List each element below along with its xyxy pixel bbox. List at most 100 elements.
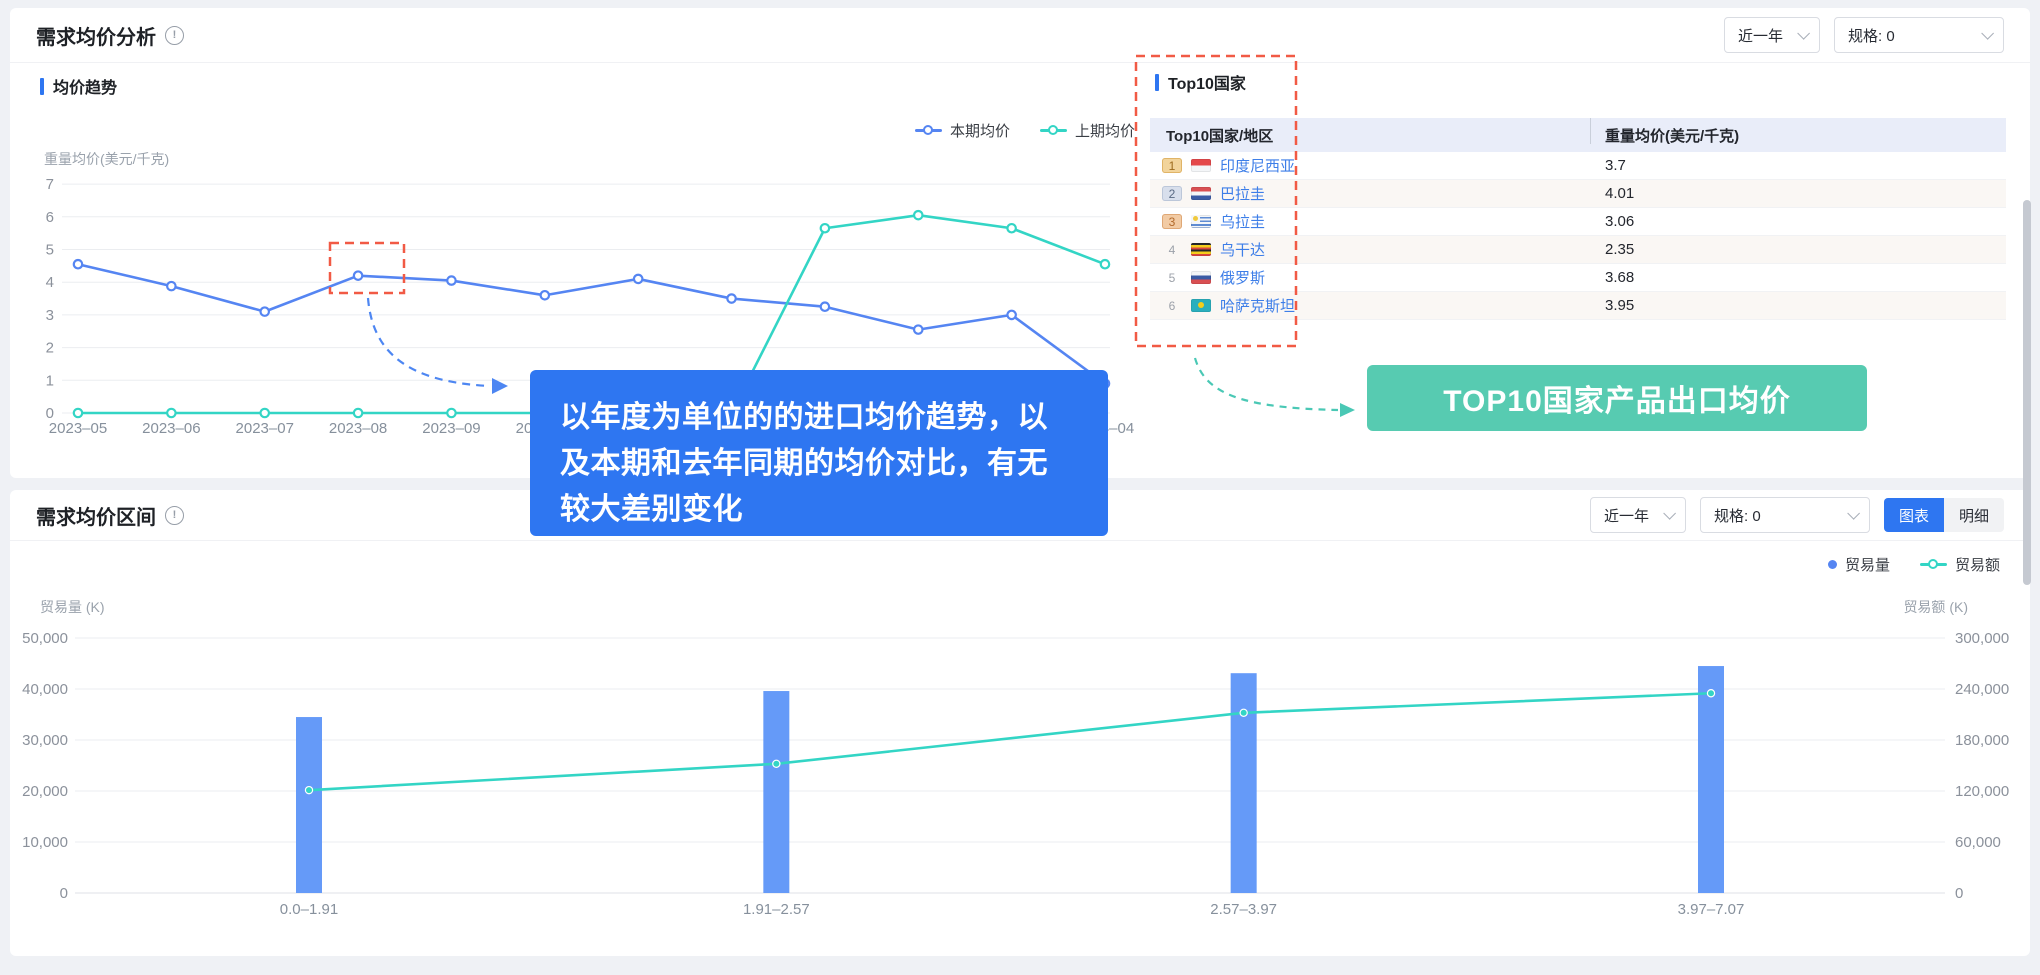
country-link[interactable]: 俄罗斯 [1220, 267, 1265, 288]
svg-text:1: 1 [46, 372, 54, 389]
chevron-down-icon [1847, 507, 1860, 520]
avg-price-cell: 3.7 [1590, 157, 2006, 174]
country-cell: 3 乌拉圭 [1150, 211, 1590, 232]
country-link[interactable]: 哈萨克斯坦 [1220, 295, 1295, 316]
avg-price-cell: 3.95 [1590, 297, 2006, 314]
svg-text:2023–05: 2023–05 [49, 420, 107, 437]
info-icon[interactable] [165, 26, 184, 45]
trend-highlight-box [330, 243, 404, 293]
page-scrollbar[interactable] [2023, 200, 2031, 585]
chevron-down-icon [1663, 507, 1676, 520]
spec-select[interactable]: 规格: 0 [1700, 497, 1870, 533]
svg-text:6: 6 [46, 209, 54, 226]
svg-text:50,000: 50,000 [22, 630, 68, 647]
svg-text:贸易额 (K): 贸易额 (K) [1903, 599, 1968, 615]
avg-price-cell: 2.35 [1590, 241, 2006, 258]
trade-volume-bar [296, 717, 322, 893]
table-row: 3 乌拉圭 3.06 [1150, 208, 2006, 236]
demand-avg-price-analysis-card: 需求均价分析 近一年 规格: 0 均价趋势 本期均价 [10, 8, 2030, 478]
trade-value-line [309, 693, 1711, 790]
svg-text:30,000: 30,000 [22, 732, 68, 749]
trade-volume-bar [1231, 673, 1257, 893]
table-row: 1印度尼西亚3.7 [1150, 152, 2006, 180]
svg-text:10,000: 10,000 [22, 834, 68, 851]
rank-badge: 3 [1162, 214, 1182, 229]
rank-badge: 6 [1162, 298, 1182, 313]
country-cell: 4 乌干达 [1150, 239, 1590, 260]
rank-badge: 4 [1162, 242, 1182, 257]
svg-text:2: 2 [46, 340, 54, 357]
country-cell: 6 哈萨克斯坦 [1150, 295, 1590, 316]
trend-legend: 本期均价 上期均价 [915, 120, 1135, 141]
col-header-avg-price: 重量均价(美元/千克) [1590, 125, 2006, 146]
svg-text:2023–09: 2023–09 [422, 420, 480, 437]
top10-table: Top10国家/地区 重量均价(美元/千克) 1印度尼西亚3.72巴拉圭4.01… [1150, 118, 2006, 320]
svg-text:贸易量 (K): 贸易量 (K) [40, 599, 105, 615]
price-range-chart: 010,00020,00030,00040,00050,000060,00012… [10, 590, 2030, 930]
period-select-value: 近一年 [1604, 505, 1649, 526]
svg-text:240,000: 240,000 [1955, 681, 2009, 698]
top10-body: 1印度尼西亚3.72巴拉圭4.013乌拉圭3.064乌干达2.355俄罗斯3.6… [1150, 152, 2006, 320]
card2-filters: 近一年 规格: 0 图表 明细 [1590, 497, 2004, 533]
svg-text:20,000: 20,000 [22, 783, 68, 800]
teal-annotation-note: TOP10国家产品出口均价 [1367, 365, 1867, 431]
flag-icon-uruguay [1191, 215, 1211, 228]
avg-price-cell: 3.68 [1590, 269, 2006, 286]
table-row: 6 哈萨克斯坦 3.95 [1150, 292, 2006, 320]
section2-title-row: 需求均价区间 [36, 501, 184, 530]
toggle-chart-view-button[interactable]: 图表 [1884, 498, 1944, 532]
line-marker-icon [1040, 125, 1067, 136]
country-link[interactable]: 巴拉圭 [1220, 183, 1265, 204]
svg-text:2023–07: 2023–07 [236, 420, 294, 437]
avg-price-cell: 3.06 [1590, 213, 2006, 230]
trade-volume-bar [763, 691, 789, 893]
legend-item-trade-value[interactable]: 贸易额 [1920, 554, 2000, 575]
col-header-country: Top10国家/地区 [1150, 125, 1590, 146]
svg-text:2023–06: 2023–06 [142, 420, 200, 437]
svg-text:300,000: 300,000 [1955, 630, 2009, 647]
toggle-detail-view-button[interactable]: 明细 [1944, 498, 2004, 532]
country-cell: 2巴拉圭 [1150, 183, 1590, 204]
period-select-value: 近一年 [1738, 25, 1783, 46]
section1-title-row: 需求均价分析 [36, 21, 184, 50]
line-marker-icon [1920, 559, 1947, 570]
card1-filters: 近一年 规格: 0 [1724, 17, 2004, 53]
top10-subtitle: Top10国家 [1155, 70, 1246, 94]
country-link[interactable]: 乌干达 [1220, 239, 1265, 260]
country-link[interactable]: 印度尼西亚 [1220, 155, 1295, 176]
spec-select-value: 规格: 0 [1714, 505, 1761, 526]
svg-text:0: 0 [1955, 885, 1963, 902]
country-link[interactable]: 乌拉圭 [1220, 211, 1265, 232]
avg-price-cell: 4.01 [1590, 185, 2006, 202]
table-row: 5 俄罗斯 3.68 [1150, 264, 2006, 292]
country-cell: 5 俄罗斯 [1150, 267, 1590, 288]
view-toggle: 图表 明细 [1884, 498, 2004, 532]
info-icon[interactable] [165, 506, 184, 525]
flag-icon-paraguay [1191, 187, 1211, 200]
legend-item-current[interactable]: 本期均价 [915, 120, 1010, 141]
section2-title: 需求均价区间 [36, 501, 156, 530]
svg-text:2023–08: 2023–08 [329, 420, 387, 437]
teal-dashed-arrow [1195, 358, 1338, 410]
period-select[interactable]: 近一年 [1724, 17, 1820, 53]
chevron-down-icon [1797, 27, 1810, 40]
rank-badge: 5 [1162, 270, 1182, 285]
blue-dashed-arrow [368, 298, 490, 386]
svg-text:7: 7 [46, 176, 54, 193]
svg-text:120,000: 120,000 [1955, 783, 2009, 800]
svg-text:2.57–3.97: 2.57–3.97 [1210, 901, 1277, 918]
page-title: 需求均价分析 [36, 21, 156, 50]
period-select[interactable]: 近一年 [1590, 497, 1686, 533]
svg-text:0: 0 [60, 885, 68, 902]
line-marker-icon [915, 125, 942, 136]
svg-text:3.97–7.07: 3.97–7.07 [1678, 901, 1745, 918]
trade-volume-bar [1698, 666, 1724, 893]
spec-select-value: 规格: 0 [1848, 25, 1895, 46]
spec-select[interactable]: 规格: 0 [1834, 17, 2004, 53]
svg-text:1.91–2.57: 1.91–2.57 [743, 901, 810, 918]
legend-item-trade-volume[interactable]: 贸易量 [1828, 554, 1890, 575]
card1-header: 需求均价分析 近一年 规格: 0 [10, 8, 2030, 63]
table-row: 4 乌干达 2.35 [1150, 236, 2006, 264]
legend-item-previous[interactable]: 上期均价 [1040, 120, 1135, 141]
flag-icon-kazakhstan [1191, 299, 1211, 312]
